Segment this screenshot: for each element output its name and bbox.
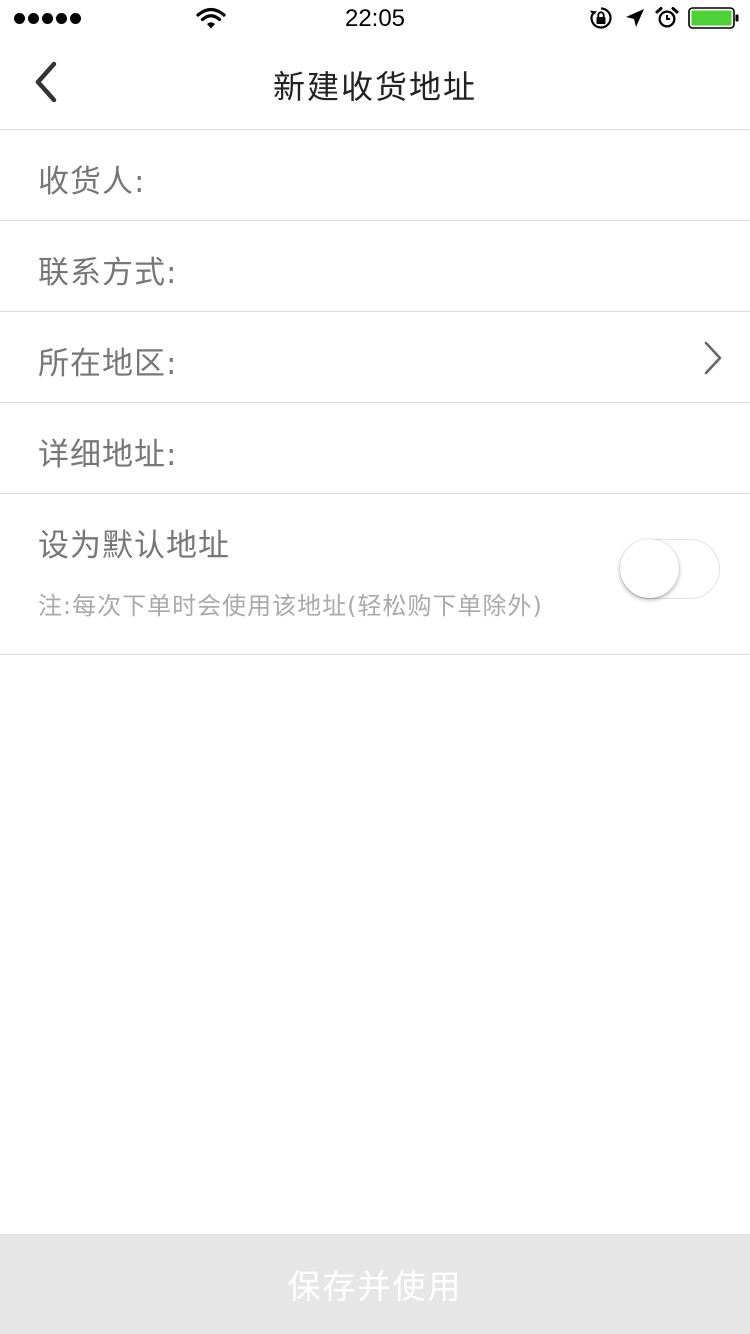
recipient-input[interactable] [200, 148, 700, 202]
address-label: 详细地址: [38, 437, 178, 473]
recipient-label: 收货人: [38, 164, 146, 200]
chevron-right-icon [704, 341, 722, 375]
status-bar: 22:05 [0, 0, 750, 40]
location-arrow-icon [626, 9, 644, 27]
recipient-row: 收货人: [0, 130, 750, 221]
alarm-icon [655, 7, 679, 28]
navigation-bar: 新建收货地址 [0, 40, 750, 130]
page: 22:05 新建收货地址 收货人: 联系方式: 所在地区: 详细地址: 设为默认… [0, 0, 750, 1334]
toggle-knob [620, 539, 679, 598]
default-address-note: 注:每次下单时会使用该地址(轻松购下单除外) [38, 592, 543, 620]
save-and-use-button[interactable]: 保存并使用 [0, 1234, 750, 1334]
contact-row: 联系方式: [0, 221, 750, 312]
contact-input[interactable] [200, 239, 700, 293]
contact-label: 联系方式: [38, 255, 178, 291]
default-address-row: 设为默认地址 注:每次下单时会使用该地址(轻松购下单除外) [0, 494, 750, 655]
region-selector[interactable]: 所在地区: [0, 312, 750, 403]
default-address-toggle[interactable] [620, 539, 720, 599]
address-input[interactable] [200, 421, 700, 475]
default-address-title: 设为默认地址 [38, 528, 230, 564]
page-title: 新建收货地址 [272, 68, 477, 106]
battery-icon [688, 7, 739, 29]
rotation-lock-icon [590, 7, 612, 29]
address-row: 详细地址: [0, 403, 750, 494]
region-label: 所在地区: [38, 346, 178, 382]
